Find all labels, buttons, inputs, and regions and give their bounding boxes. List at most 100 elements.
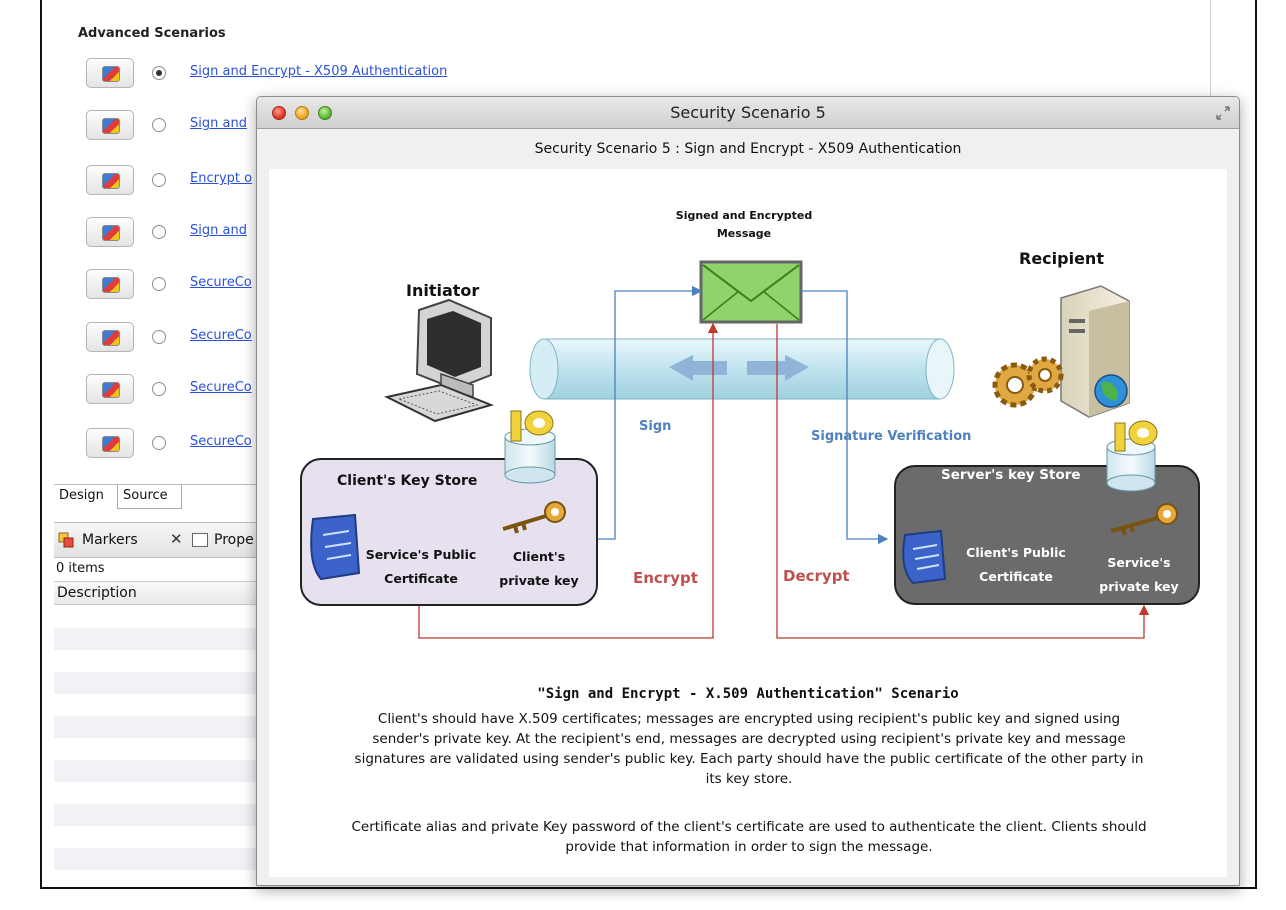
scenario-link[interactable]: Encrypt o xyxy=(190,171,252,186)
table-row xyxy=(54,760,264,782)
scenario-subtitle: Security Scenario 5 : Sign and Encrypt -… xyxy=(534,141,962,157)
scenario-row[interactable]: Sign and xyxy=(86,110,266,140)
service-private-key-label: Service's private key xyxy=(1091,551,1187,599)
computer-icon xyxy=(384,298,495,423)
envelope-icon xyxy=(699,260,803,324)
client-private-key-line-1: Client's xyxy=(512,549,566,564)
security-scenario-window: Security Scenario 5 Security Scenario 5 … xyxy=(256,96,1240,886)
table-row xyxy=(54,804,264,826)
server-key-store-label: Server's key Store xyxy=(941,467,1081,483)
initiator-label: Initiator xyxy=(406,281,480,300)
keystore-icon xyxy=(504,410,556,484)
sign-label: Sign xyxy=(639,419,672,434)
recipient-label: Recipient xyxy=(1019,249,1104,268)
scenario-description-paragraph: Certificate alias and private Key passwo… xyxy=(351,819,1147,855)
scenario-row[interactable]: SecureCo xyxy=(86,374,266,404)
client-public-certificate-label: Client's Public Certificate xyxy=(951,541,1081,589)
message-label: Signed and Encrypted Message xyxy=(671,207,817,243)
client-public-certificate-line-2: Certificate xyxy=(979,569,1053,584)
service-public-certificate-line-1: Service's Public xyxy=(365,547,477,562)
client-private-key-line-2: private key xyxy=(499,573,579,588)
scenario-link[interactable]: SecureCo xyxy=(190,328,252,343)
table-row xyxy=(54,628,264,650)
scenario-icon xyxy=(102,173,120,189)
scenario-row[interactable]: Encrypt o xyxy=(86,165,266,195)
scenario-link[interactable]: SecureCo xyxy=(190,275,252,290)
scenario-button[interactable] xyxy=(86,322,134,352)
radio-icon[interactable] xyxy=(152,436,166,450)
scenario-icon xyxy=(102,225,120,241)
table-row xyxy=(54,848,264,870)
radio-icon[interactable] xyxy=(152,173,166,187)
transport-tube xyxy=(529,338,955,400)
scenario-icon xyxy=(102,118,120,134)
radio-icon[interactable] xyxy=(152,382,166,396)
client-public-certificate-line-1: Client's Public xyxy=(966,545,1066,560)
description-column-header[interactable]: Description xyxy=(54,581,264,605)
scenario-diagram xyxy=(300,260,1200,639)
scenario-row[interactable]: Sign and xyxy=(86,217,266,247)
service-public-certificate-label: Service's Public Certificate xyxy=(353,543,489,591)
scenario-row[interactable]: SecureCo xyxy=(86,428,266,458)
client-private-key-label: Client's private key xyxy=(493,545,585,593)
editor-tabs: Design Source xyxy=(54,484,264,509)
tab-source[interactable]: Source xyxy=(117,485,182,509)
scenario-description-title: "Sign and Encrypt - X.509 Authentication… xyxy=(537,686,959,702)
table-row xyxy=(54,672,264,694)
signature-verification-label: Signature Verification xyxy=(811,429,972,444)
radio-icon[interactable] xyxy=(152,118,166,132)
scenario-panel: Signed and Encrypted Message Initiator R… xyxy=(269,169,1227,877)
markers-view-bar: Markers ✕ Prope xyxy=(54,522,264,558)
properties-icon xyxy=(192,533,208,547)
certificate-icon xyxy=(902,529,947,585)
service-private-key-line-2: private key xyxy=(1099,579,1179,594)
certificate-icon xyxy=(310,513,361,581)
service-public-certificate-line-2: Certificate xyxy=(384,571,458,586)
scenario-icon xyxy=(102,436,120,452)
scenario-button[interactable] xyxy=(86,165,134,195)
scenario-icon xyxy=(102,330,120,346)
globe-icon xyxy=(1094,374,1128,408)
column-label: Description xyxy=(57,585,137,601)
items-count: 0 items xyxy=(56,561,105,576)
radio-icon[interactable] xyxy=(152,330,166,344)
scenario-link[interactable]: Sign and xyxy=(190,116,247,131)
scenario-description-paragraph: Client's should have X.509 certificates;… xyxy=(354,711,1144,787)
message-label-line-2: Message xyxy=(716,227,772,240)
radio-selected-icon[interactable] xyxy=(152,66,166,80)
radio-icon[interactable] xyxy=(152,277,166,291)
decrypt-label: Decrypt xyxy=(783,567,850,585)
scenario-row[interactable]: SecureCo xyxy=(86,322,266,352)
resize-icon[interactable] xyxy=(1215,105,1231,121)
scenario-row[interactable]: SecureCo xyxy=(86,269,266,299)
window-title: Security Scenario 5 xyxy=(670,103,826,122)
scenario-row[interactable]: Sign and Encrypt - X509 Authentication xyxy=(86,58,447,88)
encrypt-label: Encrypt xyxy=(633,569,698,587)
radio-icon[interactable] xyxy=(152,225,166,239)
scenario-link[interactable]: Sign and xyxy=(190,223,247,238)
scenario-button[interactable] xyxy=(86,269,134,299)
markers-icon xyxy=(58,532,74,548)
tab-design[interactable]: Design xyxy=(54,485,116,509)
scenario-button[interactable] xyxy=(86,428,134,458)
tab-properties[interactable]: Prope xyxy=(214,532,254,548)
scenario-link[interactable]: SecureCo xyxy=(190,434,252,449)
scenario-link[interactable]: SecureCo xyxy=(190,380,252,395)
service-private-key-line-1: Service's xyxy=(1107,555,1171,570)
scenario-button[interactable] xyxy=(86,58,134,88)
scenario-icon xyxy=(102,277,120,293)
tab-markers[interactable]: Markers xyxy=(82,532,138,548)
scenario-icon xyxy=(102,382,120,398)
close-icon[interactable]: ✕ xyxy=(170,530,183,548)
table-row xyxy=(54,716,264,738)
scenario-icon xyxy=(102,66,120,82)
scenario-button[interactable] xyxy=(86,374,134,404)
scenario-button[interactable] xyxy=(86,110,134,140)
client-key-store-label: Client's Key Store xyxy=(337,473,478,489)
message-label-line-1: Signed and Encrypted xyxy=(675,209,813,222)
window-titlebar[interactable]: Security Scenario 5 xyxy=(257,97,1239,129)
keystore-icon xyxy=(1106,420,1158,492)
scenario-button[interactable] xyxy=(86,217,134,247)
scenario-link[interactable]: Sign and Encrypt - X509 Authentication xyxy=(190,64,600,79)
gears-icon xyxy=(992,356,1064,408)
